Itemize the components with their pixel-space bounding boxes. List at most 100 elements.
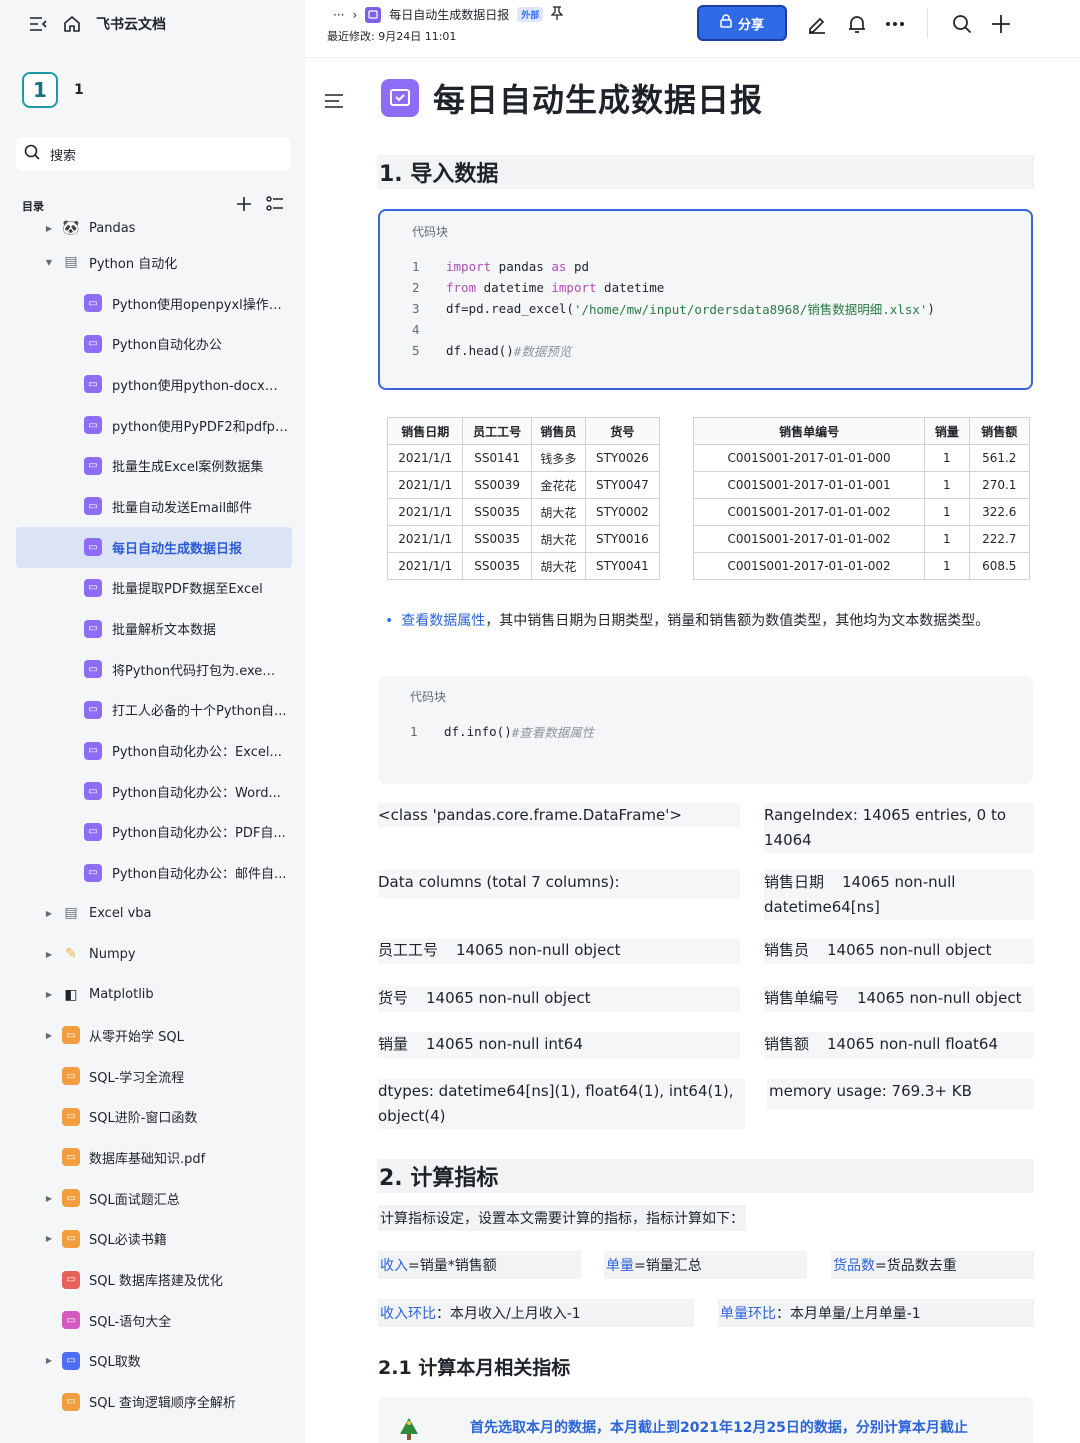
plus-icon[interactable] xyxy=(989,12,1013,36)
search-box[interactable]: 搜索 xyxy=(16,137,290,171)
list-settings-icon[interactable] xyxy=(266,196,284,216)
sidebar-item[interactable]: ▼ ▤ Python 自动化 xyxy=(16,242,292,283)
table-cell: 2021/1/1 xyxy=(386,552,464,580)
sidebar-item[interactable]: ▭ 打工人必备的十个Python自... xyxy=(16,690,292,731)
sidebar-item[interactable]: ▭ Python自动化办公：PDF自... xyxy=(16,812,292,853)
sidebar-item-label: Pandas xyxy=(89,220,136,236)
page-title[interactable]: 每日自动生成数据日报 xyxy=(433,75,763,121)
table-cell: STY0002 xyxy=(584,498,661,526)
share-label: 分享 xyxy=(737,17,764,33)
heading-metrics[interactable]: 2. 计算指标 xyxy=(377,1159,1034,1193)
code-token: '/home/mw/input/ordersdata8968/销售数据明细.xl… xyxy=(573,302,928,317)
sidebar-item[interactable]: ▭ Python自动化办公：Word... xyxy=(16,771,292,812)
sidebar-item[interactable]: ▭ SQL进阶-窗口函数 xyxy=(16,1096,292,1137)
breadcrumb-more[interactable]: ··· xyxy=(333,8,344,22)
sidebar-item[interactable]: ▶ ✎ Numpy xyxy=(16,934,292,975)
pin-icon[interactable] xyxy=(550,6,564,23)
add-icon[interactable] xyxy=(236,196,252,216)
table-header-cell: 销售员 xyxy=(530,417,586,445)
table-cell: SS0035 xyxy=(462,498,532,526)
code-block-info[interactable]: 代码块 1 df.info() #查看数据属性 xyxy=(378,676,1033,784)
workspace[interactable]: 1 1 xyxy=(22,72,84,108)
line-number: 5 xyxy=(412,343,420,358)
metric-key[interactable]: 货品数 xyxy=(833,1255,875,1275)
chevron-right-icon[interactable]: ▶ xyxy=(44,909,54,918)
sidebar-item[interactable]: ▶ ▭ SQL取数 xyxy=(16,1341,292,1382)
app-name[interactable]: 飞书云文档 xyxy=(96,14,166,34)
sidebar-item[interactable]: ▭ Python自动化办公：邮件自... xyxy=(16,852,292,893)
chevron-right-icon[interactable]: ▶ xyxy=(44,1234,54,1243)
chevron-right-icon[interactable]: ▶ xyxy=(44,950,54,959)
code-block-label: 代码块 xyxy=(410,690,447,704)
toc-header: 目录 xyxy=(22,196,284,216)
heading-import[interactable]: 1. 导入数据 xyxy=(377,155,1034,189)
col-name: 销量 xyxy=(378,1035,409,1053)
workspace-badge: 1 xyxy=(22,72,58,108)
metric-formula: =销量汇总 xyxy=(634,1258,702,1274)
sidebar-item[interactable]: ▭ python使用python-docx操... xyxy=(16,364,292,405)
metric-key[interactable]: 收入 xyxy=(380,1255,408,1275)
edit-icon[interactable] xyxy=(805,12,829,36)
metric-key[interactable]: 单量环比 xyxy=(720,1303,776,1323)
search-icon[interactable] xyxy=(950,12,974,36)
chevron-right-icon[interactable]: ▶ xyxy=(44,1356,54,1365)
sidebar-item[interactable]: ▭ SQL 查询逻辑顺序全解析 xyxy=(16,1381,292,1422)
col-info: 14065 non-null object xyxy=(456,941,621,959)
sidebar-item[interactable]: ▶ ▭ SQL必读书籍 xyxy=(16,1219,292,1260)
sidebar-item[interactable]: ▭ 将Python代码打包为.exe程序 xyxy=(16,649,292,690)
share-button[interactable]: 分享 xyxy=(697,5,787,41)
info-data-columns: Data columns (total 7 columns): xyxy=(378,870,740,898)
chevron-right-icon[interactable]: ▶ xyxy=(44,224,54,233)
sidebar-item[interactable]: ▭ 数据库基础知识.pdf xyxy=(16,1137,292,1178)
col-info: 14065 non-null object xyxy=(827,941,992,959)
sidebar-item[interactable]: ▭ 批量提取PDF数据至Excel xyxy=(16,568,292,609)
chevron-right-icon[interactable]: ▶ xyxy=(44,1031,54,1040)
metric-key[interactable]: 单量 xyxy=(606,1255,634,1275)
table-cell: STY0026 xyxy=(584,444,661,472)
sidebar-item[interactable]: ▭ SQL-语句大全 xyxy=(16,1300,292,1341)
tree-emoji-icon xyxy=(398,1417,420,1443)
info-col-1: 销售日期 14065 non-null datetime64[ns] xyxy=(764,870,1034,920)
sidebar-item[interactable]: ▭ 每日自动生成数据日报 xyxy=(16,526,292,568)
sidebar-item[interactable]: ▭ SQL 数据库搭建及优化 xyxy=(16,1259,292,1300)
sidebar-item[interactable]: ▶ 🐼 Pandas xyxy=(16,214,292,242)
chevron-down-icon[interactable]: ▼ xyxy=(44,258,54,267)
code-token: #数据预览 xyxy=(513,344,572,359)
sidebar-item[interactable]: ▶ ◧ Matplotlib xyxy=(16,974,292,1015)
outline-icon[interactable] xyxy=(325,93,343,112)
sidebar-item[interactable]: ▭ SQL-学习全流程 xyxy=(16,1056,292,1097)
chevron-right-icon[interactable]: ▶ xyxy=(44,990,54,999)
collapse-sidebar-icon[interactable] xyxy=(28,14,48,34)
chevron-right-icon: › xyxy=(352,7,358,22)
bullet-link[interactable]: 查看数据属性 xyxy=(401,613,485,629)
heading-month-metrics[interactable]: 2.1 计算本月相关指标 xyxy=(378,1353,570,1380)
search-input[interactable]: 搜索 xyxy=(50,145,76,164)
sidebar-item[interactable]: ▭ Python自动化办公：Excel... xyxy=(16,730,292,771)
more-icon[interactable] xyxy=(883,12,907,36)
sidebar-item[interactable]: ▶ ▤ Excel vba xyxy=(16,893,292,934)
sidebar-item[interactable]: ▶ ▭ SQL面试题汇总 xyxy=(16,1178,292,1219)
sidebar-item-label: 从零开始学 SQL xyxy=(89,1029,184,1045)
sidebar-item[interactable]: ▭ Python自动化办公 xyxy=(16,323,292,364)
table-cell: STY0016 xyxy=(584,525,661,553)
metric-orders: 单量 =销量汇总 xyxy=(604,1251,807,1279)
chevron-right-icon[interactable]: ▶ xyxy=(44,1194,54,1203)
sidebar-item[interactable]: ▶ ▭ 从零开始学 SQL xyxy=(16,1015,292,1056)
sidebar-item[interactable]: ▭ python使用PyPDF2和pdfpl... xyxy=(16,405,292,446)
sidebar-item[interactable]: ▭ 批量生成Excel案例数据集 xyxy=(16,445,292,486)
home-icon[interactable] xyxy=(62,14,82,34)
sql-icon: ▭ xyxy=(62,1026,80,1045)
doc-icon: ▭ xyxy=(84,700,102,719)
sidebar-item-label: SQL-语句大全 xyxy=(89,1314,172,1330)
code-block-import[interactable]: 代码块 1 import pandas as pd 2 from datetime i… xyxy=(378,209,1033,390)
metric-key[interactable]: 收入环比 xyxy=(380,1303,436,1323)
sidebar-item[interactable]: ▭ 批量自动发送Email邮件 xyxy=(16,486,292,527)
metric-orders-mom: 单量环比 ：本月单量/上月单量-1 xyxy=(718,1299,1034,1327)
bell-icon[interactable] xyxy=(845,12,869,36)
sidebar-item[interactable]: ▭ Python使用openpyxl操作e... xyxy=(16,283,292,324)
table-cell: 2021/1/1 xyxy=(386,444,464,472)
code-token: datetime xyxy=(596,280,665,295)
breadcrumb-doc-title[interactable]: 每日自动生成数据日报 xyxy=(389,6,509,23)
sidebar-item-label: python使用python-docx操... xyxy=(112,378,288,394)
sidebar-item[interactable]: ▭ 批量解析文本数据 xyxy=(16,608,292,649)
